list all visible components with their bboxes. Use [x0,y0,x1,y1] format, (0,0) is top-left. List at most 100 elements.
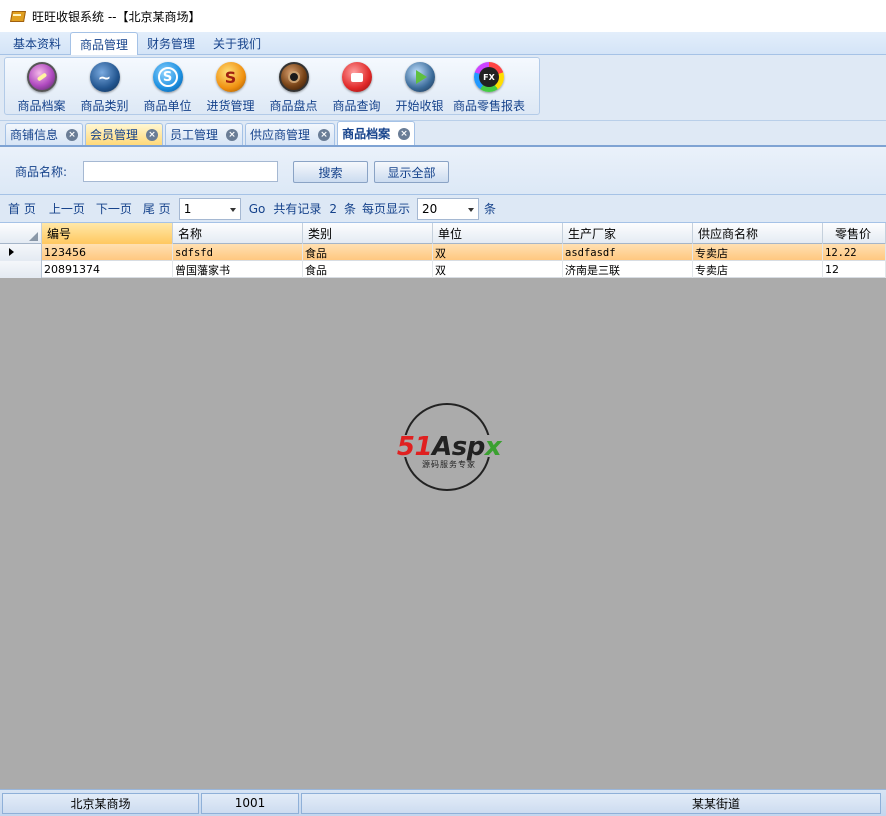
cell-code[interactable]: 20891374 [42,261,173,278]
start-cashier-button[interactable]: 开始收银 [388,58,451,114]
product-name-label: 商品名称: [15,165,68,179]
product-grid: 编号 名称 类别 单位 生产厂家 供应商名称 零售价 123456 sdfsfd… [0,223,886,789]
status-address-text: 某某街道 [691,796,740,811]
window-title: 旺旺收银系统 --【北京某商场】 [32,9,201,24]
cell-manufacturer[interactable]: 济南是三联 [563,261,693,278]
doc-tab-label: 商品档案 [342,127,391,141]
table-row[interactable]: 20891374 曾国藩家书 食品 双 济南是三联 专卖店 12 [0,261,886,278]
last-page-link[interactable]: 尾 页 [143,200,171,217]
product-unit-icon [152,62,183,92]
close-icon[interactable]: × [226,128,239,141]
close-icon[interactable]: × [318,128,331,141]
total-count: 2 [329,201,337,216]
page-number-value: 1 [183,201,192,216]
column-header-code[interactable]: 编号 [42,223,173,244]
first-page-link[interactable]: 首 页 [8,200,36,217]
cell-name[interactable]: 曾国藩家书 [173,261,303,278]
watermark-logo: 51Aspx 源码服务专家 [386,402,512,492]
doc-tab-employee[interactable]: 员工管理 × [165,123,244,145]
menu-tab-about[interactable]: 关于我们 [204,32,270,54]
column-header-unit[interactable]: 单位 [433,223,563,244]
status-bar: 北京某商场 1001 某某街道 [0,789,886,816]
cell-supplier[interactable]: 专卖店 [693,261,823,278]
doc-tab-supplier[interactable]: 供应商管理 × [245,123,336,145]
total-prefix: 共有记录 [273,202,322,216]
close-icon[interactable]: × [398,127,411,140]
per-page-prefix: 每页显示 [362,202,411,216]
chevron-down-icon [468,207,475,212]
purchase-button[interactable]: 进货管理 [199,58,262,114]
search-button[interactable]: 搜索 [293,161,368,183]
column-header-name[interactable]: 名称 [173,223,303,244]
column-header-category[interactable]: 类别 [303,223,433,244]
pager: 首 页 上一页 下一页 尾 页 1 Go 共有记录 2 条 每页显示 20 条 [0,195,886,223]
purchase-icon [215,62,246,92]
row-header[interactable] [0,244,42,261]
wallet-icon [10,10,24,22]
close-icon[interactable]: × [66,128,79,141]
status-user: 1001 [201,792,299,814]
next-page-link[interactable]: 下一页 [96,200,132,217]
chevron-down-icon [229,207,236,212]
product-archive-button[interactable]: 商品档案 [10,58,73,114]
menu-tab-finance[interactable]: 财务管理 [138,32,204,54]
product-category-icon [89,62,120,92]
cell-unit[interactable]: 双 [433,261,563,278]
ribbon-label: 商品类别 [80,99,129,113]
page-number-select[interactable]: 1 [178,197,241,220]
close-icon[interactable]: × [146,128,159,141]
cell-unit[interactable]: 双 [433,244,563,261]
retail-report-button[interactable]: 商品零售报表 [451,58,527,114]
logo-brand: 51Aspx [396,432,502,462]
menu-tab-basic-info[interactable]: 基本资料 [4,32,70,54]
per-page-select[interactable]: 20 [417,197,480,220]
row-header[interactable] [0,261,42,278]
doc-tab-label: 商铺信息 [10,128,59,142]
table-row[interactable]: 123456 sdfsfd 食品 双 asdfasdf 专卖店 12.22 [0,244,886,261]
go-button[interactable]: Go [249,202,266,216]
ribbon-label: 开始收银 [395,99,444,113]
doc-tab-label: 员工管理 [170,128,219,142]
cell-supplier[interactable]: 专卖店 [693,244,823,261]
per-page-suffix: 条 [484,202,497,216]
grid-corner[interactable] [0,223,42,244]
show-all-button[interactable]: 显示全部 [374,161,449,183]
total-suffix: 条 [343,202,356,216]
ribbon-label: 商品盘点 [269,99,318,113]
ribbon-label: 商品档案 [17,99,66,113]
product-name-input[interactable] [83,161,278,182]
prev-page-link[interactable]: 上一页 [49,200,85,217]
ribbon-group-product: 商品档案 商品类别 商品单位 进货管理 商品盘点 商品查询 开始收银 商品零售 [4,57,540,115]
cell-category[interactable]: 食品 [303,261,433,278]
status-address: 某某街道 [301,792,881,814]
cell-code[interactable]: 123456 [42,244,173,261]
doc-tab-member[interactable]: 会员管理 × [85,123,164,145]
cell-retail-price[interactable]: 12 [823,261,886,278]
status-store: 北京某商场 [2,792,199,814]
menu-bar: 基本资料 商品管理 财务管理 关于我们 [0,32,886,55]
document-tabs: 商铺信息 × 会员管理 × 员工管理 × 供应商管理 × 商品档案 × [0,120,886,147]
menu-tab-product-management[interactable]: 商品管理 [70,32,139,55]
inventory-button[interactable]: 商品盘点 [262,58,325,114]
product-unit-button[interactable]: 商品单位 [136,58,199,114]
inventory-icon [278,62,309,92]
doc-tab-label: 会员管理 [90,128,139,142]
cell-name[interactable]: sdfsfd [173,244,303,261]
column-header-supplier[interactable]: 供应商名称 [693,223,823,244]
product-category-button[interactable]: 商品类别 [73,58,136,114]
ribbon-label: 商品查询 [332,99,381,113]
ribbon-label: 进货管理 [206,99,255,113]
doc-tab-product-archive[interactable]: 商品档案 × [337,121,416,145]
product-query-button[interactable]: 商品查询 [325,58,388,114]
search-panel: 商品名称: 搜索 显示全部 [0,147,886,195]
doc-tab-shop-info[interactable]: 商铺信息 × [5,123,84,145]
cell-manufacturer[interactable]: asdfasdf [563,244,693,261]
cell-retail-price[interactable]: 12.22 [823,244,886,261]
logo-slogan: 源码服务专家 [422,460,476,469]
start-cashier-icon [404,62,435,92]
product-archive-icon [26,62,57,92]
cell-category[interactable]: 食品 [303,244,433,261]
column-header-manufacturer[interactable]: 生产厂家 [563,223,693,244]
retail-report-icon [474,62,504,92]
column-header-retail-price[interactable]: 零售价 [823,223,886,244]
